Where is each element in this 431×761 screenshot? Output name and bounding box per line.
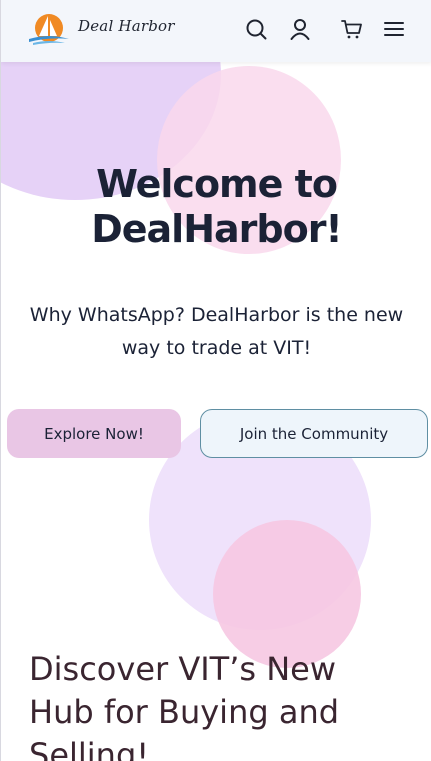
hero-subtitle-line2: way to trade at VIT! [121,337,312,359]
hero-title-line1: Welcome to [96,162,338,206]
brand-name[interactable]: Deal Harbor [78,17,175,35]
cart-icon[interactable] [340,17,364,41]
hero-subtitle: Why WhatsApp? DealHarbor is the new way … [13,299,420,365]
section-title-line1: Discover VIT’s New [29,650,337,688]
sailboat-sunset-logo[interactable] [27,12,71,48]
hero-subtitle-line1: Why WhatsApp? DealHarbor is the new [29,304,404,326]
section-title-line3: Selling! [29,736,150,761]
site-header: Deal Harbor [1,0,431,62]
user-icon[interactable] [288,17,312,41]
explore-now-button[interactable]: Explore Now! [7,409,181,458]
page: Deal Harbor Welcome to DealHarbor! Why W… [0,0,431,761]
decor-blob-pink-small [213,520,361,668]
menu-icon[interactable] [382,17,406,41]
section-title: Discover VIT’s New Hub for Buying and Se… [29,648,429,761]
join-community-button[interactable]: Join the Community [200,409,428,458]
hero-title-line2: DealHarbor! [91,207,343,251]
search-icon[interactable] [244,17,268,41]
section-title-line2: Hub for Buying and [29,693,340,731]
hero-title: Welcome to DealHarbor! [1,162,431,252]
